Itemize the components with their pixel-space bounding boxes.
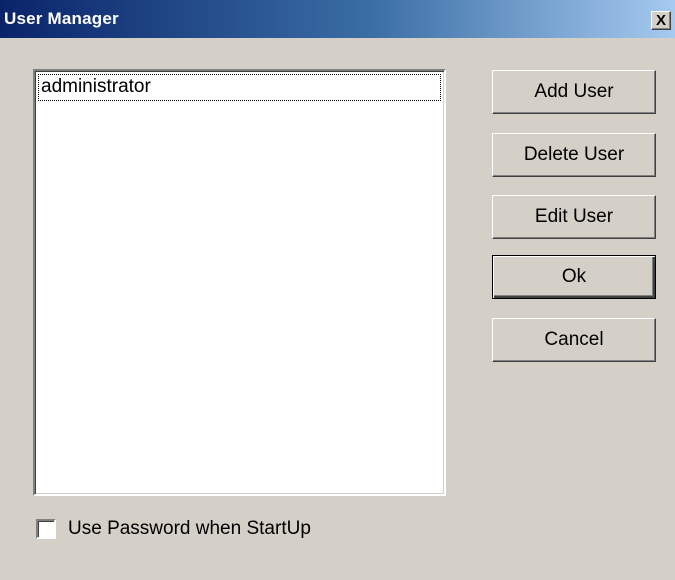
title-bar[interactable]: User Manager X — [0, 0, 675, 38]
delete-user-button[interactable]: Delete User — [492, 133, 656, 177]
add-user-button[interactable]: Add User — [492, 70, 656, 114]
close-icon[interactable]: X — [651, 11, 671, 30]
ok-button[interactable]: Ok — [492, 255, 656, 299]
use-password-checkbox[interactable] — [36, 519, 56, 539]
user-list[interactable]: administrator — [33, 69, 446, 496]
use-password-label[interactable]: Use Password when StartUp — [68, 518, 311, 540]
window-title: User Manager — [4, 9, 119, 28]
edit-user-button[interactable]: Edit User — [492, 195, 656, 239]
cancel-button[interactable]: Cancel — [492, 318, 656, 362]
user-manager-dialog: User Manager X administrator Add User De… — [0, 0, 675, 580]
use-password-option[interactable]: Use Password when StartUp — [36, 516, 311, 542]
list-item[interactable]: administrator — [38, 74, 441, 101]
